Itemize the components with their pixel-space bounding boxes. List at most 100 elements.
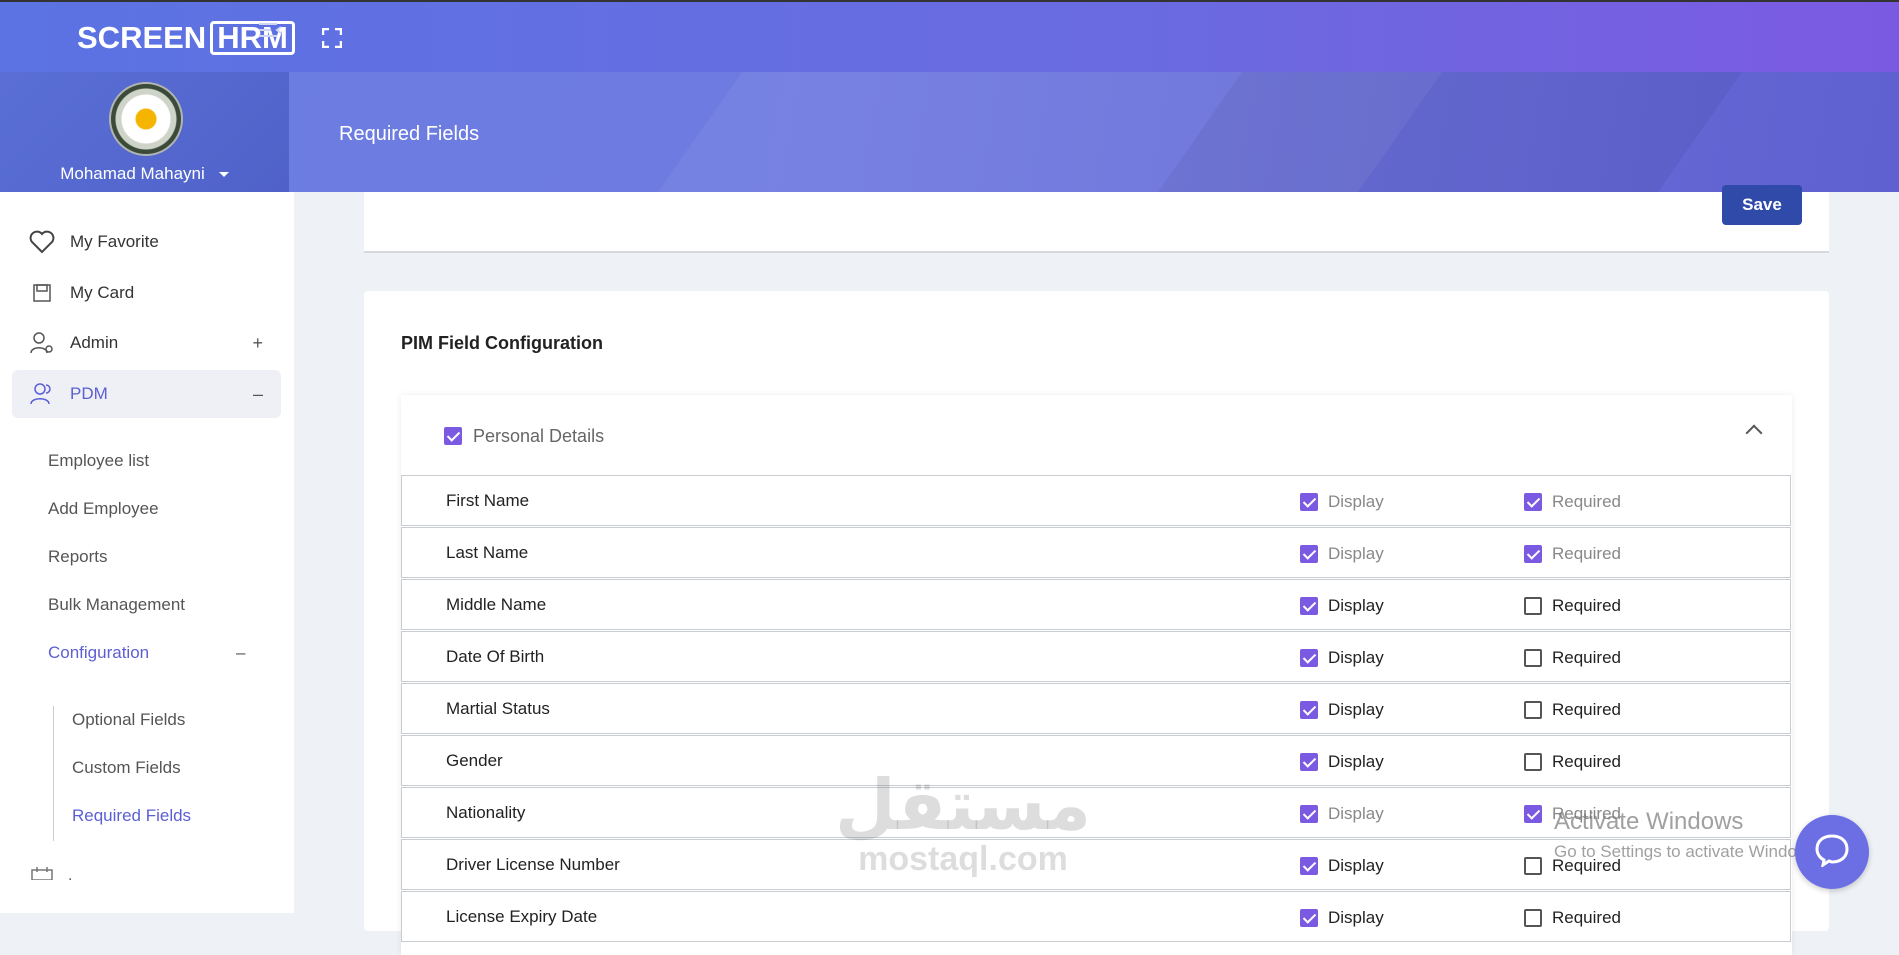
required-toggle[interactable]: Required: [1524, 700, 1621, 720]
field-name: Date Of Birth: [446, 647, 545, 666]
menu-collapse-icon[interactable]: [257, 20, 283, 42]
panel-header[interactable]: [401, 395, 1792, 475]
sidebar-item-partial[interactable]: .: [30, 866, 72, 885]
logo-text: SCREEN: [77, 20, 207, 55]
field-name: Nationality: [446, 803, 526, 822]
display-checkbox[interactable]: [1300, 545, 1318, 563]
expand-icon[interactable]: +: [252, 333, 263, 354]
required-checkbox[interactable]: [1524, 753, 1542, 771]
user-menu[interactable]: Mohamad Mahayni: [0, 164, 289, 184]
required-checkbox[interactable]: [1524, 545, 1542, 563]
display-checkbox[interactable]: [1300, 753, 1318, 771]
display-checkbox[interactable]: [1300, 805, 1318, 823]
display-label: Display: [1328, 544, 1384, 563]
display-label: Display: [1328, 908, 1384, 927]
collapse-icon[interactable]: –: [236, 643, 245, 663]
display-toggle[interactable]: Display: [1300, 700, 1384, 720]
sidebar-item-my-card[interactable]: My Card: [12, 269, 281, 317]
required-checkbox[interactable]: [1524, 649, 1542, 667]
sidebar-sub-employee-list[interactable]: Employee list: [48, 451, 149, 471]
chevron-down-icon: [218, 172, 229, 178]
sidebar-sub-bulk-management[interactable]: Bulk Management: [48, 595, 185, 615]
field-name: License Expiry Date: [446, 907, 598, 926]
sidebar-item-admin[interactable]: Admin +: [12, 319, 281, 367]
required-checkbox[interactable]: [1524, 857, 1542, 875]
required-checkbox[interactable]: [1524, 493, 1542, 511]
field-name: Middle Name: [446, 595, 547, 614]
sidebar-item-my-favorite[interactable]: My Favorite: [12, 218, 281, 266]
display-checkbox[interactable]: [1300, 597, 1318, 615]
watermark-arabic: مستقل: [835, 766, 1092, 844]
required-label: Required: [1552, 700, 1621, 719]
display-checkbox[interactable]: [1300, 701, 1318, 719]
group-label: Personal Details: [473, 426, 605, 446]
display-checkbox[interactable]: [1300, 649, 1318, 667]
group-checkbox[interactable]: [444, 427, 462, 445]
required-toggle[interactable]: Required: [1524, 544, 1621, 564]
sidebar-sub-configuration[interactable]: Configuration: [48, 643, 149, 663]
display-toggle[interactable]: Display: [1300, 856, 1384, 876]
activate-windows-notice: Activate Windows Go to Settings to activ…: [1554, 808, 1822, 862]
actions-card: [364, 192, 1829, 253]
display-toggle[interactable]: Display: [1300, 804, 1384, 824]
required-label: Required: [1552, 492, 1621, 511]
display-label: Display: [1328, 752, 1384, 771]
required-toggle[interactable]: Required: [1524, 492, 1621, 512]
required-toggle[interactable]: Required: [1524, 596, 1621, 616]
sidebar-sub-optional-fields[interactable]: Optional Fields: [72, 710, 185, 730]
fullscreen-icon[interactable]: [321, 27, 344, 50]
required-toggle[interactable]: Required: [1524, 908, 1621, 928]
required-label: Required: [1552, 752, 1621, 771]
user-profile[interactable]: Mohamad Mahayni: [0, 72, 289, 192]
save-button[interactable]: Save: [1722, 185, 1802, 225]
display-checkbox[interactable]: [1300, 857, 1318, 875]
required-toggle[interactable]: Required: [1524, 752, 1621, 772]
sidebar-sub-custom-fields[interactable]: Custom Fields: [72, 758, 181, 778]
submenu-divider: [53, 706, 54, 841]
display-toggle[interactable]: Display: [1300, 648, 1384, 668]
field-name: Last Name: [446, 543, 529, 562]
page-title: Required Fields: [339, 123, 480, 145]
sidebar-sub-required-fields[interactable]: Required Fields: [72, 806, 191, 826]
display-toggle[interactable]: Display: [1300, 908, 1384, 928]
watermark-english: mostaql.com: [858, 840, 1068, 878]
save-icon: [28, 280, 56, 306]
display-toggle[interactable]: Display: [1300, 596, 1384, 616]
activate-subtitle: Go to Settings to activate Windows.: [1554, 842, 1823, 861]
display-label: Display: [1328, 804, 1384, 823]
display-checkbox[interactable]: [1300, 493, 1318, 511]
display-checkbox[interactable]: [1300, 909, 1318, 927]
sidebar-item-label: My Card: [70, 283, 135, 302]
table-row: Last Name Display Required: [401, 527, 1791, 578]
required-checkbox[interactable]: [1524, 701, 1542, 719]
required-checkbox[interactable]: [1524, 597, 1542, 615]
top-bar: SCREEN HRM: [0, 0, 1899, 72]
sidebar-sub-add-employee[interactable]: Add Employee: [48, 499, 159, 519]
required-label: Required: [1552, 648, 1621, 667]
display-label: Display: [1328, 492, 1384, 511]
display-label: Display: [1328, 596, 1384, 615]
collapse-icon[interactable]: –: [253, 384, 263, 405]
heart-icon: [28, 229, 56, 255]
required-label: Required: [1552, 544, 1621, 563]
avatar[interactable]: [109, 82, 183, 156]
display-label: Display: [1328, 856, 1384, 875]
field-name: Gender: [446, 751, 503, 770]
sidebar-item-label: .: [68, 866, 73, 884]
required-checkbox[interactable]: [1524, 909, 1542, 927]
sidebar-item-label: PDM: [70, 384, 108, 403]
display-label: Display: [1328, 700, 1384, 719]
display-toggle[interactable]: Display: [1300, 492, 1384, 512]
required-toggle[interactable]: Required: [1524, 648, 1621, 668]
display-toggle[interactable]: Display: [1300, 752, 1384, 772]
chat-button[interactable]: [1795, 815, 1869, 889]
field-name: Martial Status: [446, 699, 550, 718]
field-name: Driver License Number: [446, 855, 620, 874]
table-row: License Expiry Date Display Required: [401, 891, 1791, 942]
sidebar-item-pdm[interactable]: PDM –: [12, 370, 281, 418]
chat-icon: [1814, 833, 1850, 872]
sidebar-sub-reports[interactable]: Reports: [48, 547, 108, 567]
table-row: Date Of Birth Display Required: [401, 631, 1791, 682]
required-checkbox[interactable]: [1524, 805, 1542, 823]
display-toggle[interactable]: Display: [1300, 544, 1384, 564]
